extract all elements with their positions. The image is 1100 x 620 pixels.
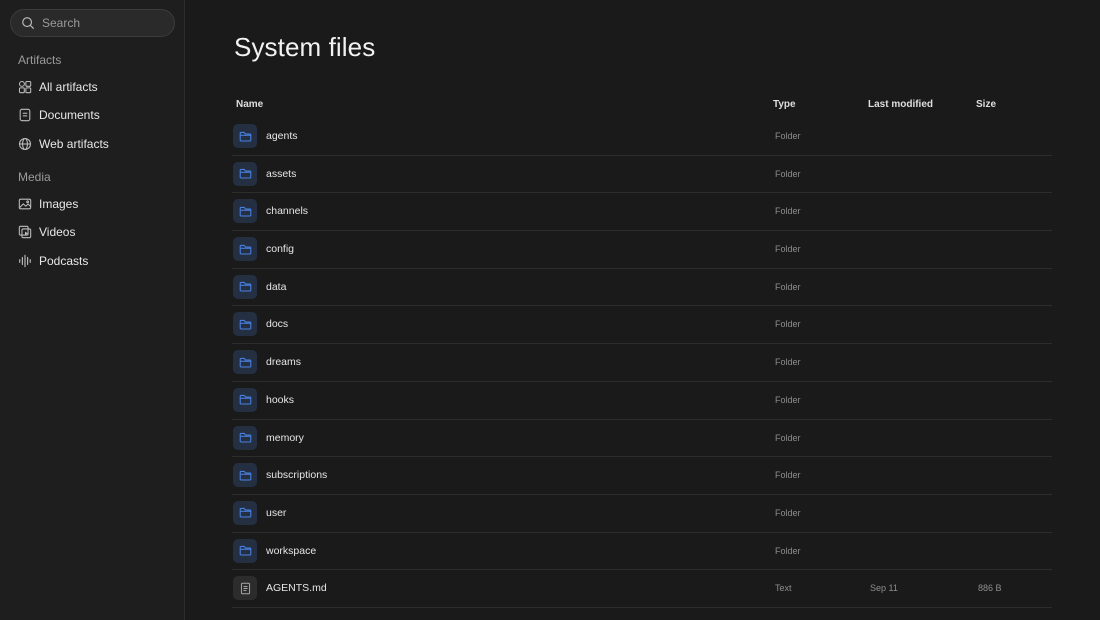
file-name: docs: [266, 318, 289, 331]
file-name: config: [266, 243, 295, 256]
table-row[interactable]: docs Folder: [232, 306, 1052, 345]
table-row[interactable]: config Folder: [232, 231, 1052, 269]
file-type: Folder: [775, 281, 801, 292]
folder-icon: [233, 124, 257, 148]
sidebar-item-label: Images: [39, 197, 79, 211]
folder-icon: [233, 538, 257, 563]
sidebar-item-documents[interactable]: Documents: [10, 103, 175, 127]
table-row[interactable]: hooks Folder: [232, 382, 1052, 420]
file-type: Folder: [775, 244, 801, 255]
file-type: Folder: [775, 545, 801, 556]
main-content: System files Name Type Last modified Siz…: [185, 0, 1100, 620]
sidebar-item-label: Documents: [39, 108, 100, 122]
table-row[interactable]: AGENTS.md Text Sep 11 886 B: [232, 570, 1052, 608]
file-type: Folder: [775, 357, 801, 368]
video-icon: [18, 225, 32, 239]
file-type: Folder: [775, 470, 801, 481]
sidebar-item-label: Podcasts: [39, 254, 89, 268]
page-title: System files: [234, 32, 376, 62]
column-header-modified[interactable]: Last modified: [868, 99, 933, 110]
column-header-size[interactable]: Size: [976, 99, 996, 110]
file-name: AGENTS.md: [266, 582, 327, 595]
folder-icon: [233, 312, 257, 337]
file-name: workspace: [266, 544, 317, 557]
folder-icon: [233, 274, 257, 299]
folder-icon: [233, 425, 257, 450]
grid-shapes-icon: [18, 80, 32, 94]
file-type: Text: [775, 583, 792, 594]
file-name: dreams: [266, 356, 302, 369]
folder-icon: [233, 500, 257, 525]
search-icon: [21, 16, 35, 30]
audio-wave-icon: [18, 254, 32, 268]
sidebar-item-all-artifacts[interactable]: All artifacts: [10, 75, 175, 99]
file-name: channels: [266, 205, 309, 218]
sidebar-item-images[interactable]: Images: [10, 192, 175, 216]
file-type: Folder: [775, 432, 801, 443]
file-type: Folder: [775, 131, 801, 141]
table-row[interactable]: assets Folder: [232, 156, 1052, 194]
column-header-name[interactable]: Name: [236, 99, 263, 110]
folder-icon: [233, 237, 257, 262]
table-row[interactable]: channels Folder: [232, 193, 1052, 232]
sidebar-item-web-artifacts[interactable]: Web artifacts: [10, 132, 175, 156]
file-type: Folder: [775, 394, 801, 405]
file-name: hooks: [266, 393, 295, 406]
file-name: subscriptions: [266, 469, 328, 482]
table-row[interactable]: data Folder: [232, 269, 1052, 307]
file-type: Folder: [775, 206, 801, 217]
search-box[interactable]: [10, 9, 175, 37]
sidebar-item-label: Videos: [39, 225, 76, 239]
search-input[interactable]: [42, 16, 162, 30]
sidebar-item-label: Web artifacts: [39, 137, 109, 151]
table-row[interactable]: dreams Folder: [232, 344, 1052, 382]
file-type: Folder: [775, 507, 801, 518]
globe-icon: [18, 137, 32, 151]
folder-icon: [233, 199, 257, 224]
table-row[interactable]: subscriptions Folder: [232, 457, 1052, 495]
file-list: agents Folder assets Folder channels Folder co…: [232, 118, 1052, 608]
column-header-type[interactable]: Type: [773, 99, 796, 110]
file-name: assets: [266, 167, 297, 180]
text-file-icon: [233, 576, 257, 601]
folder-icon: [233, 463, 257, 488]
section-title-media: Media: [18, 170, 51, 184]
file-modified: Sep 11: [870, 583, 898, 594]
table-row[interactable]: memory Folder: [232, 420, 1052, 458]
table-row[interactable]: user Folder: [232, 495, 1052, 533]
folder-icon: [233, 350, 257, 375]
document-icon: [18, 108, 32, 122]
file-name: memory: [266, 431, 304, 444]
table-row[interactable]: agents Folder: [232, 118, 1052, 156]
sidebar-item-podcasts[interactable]: Podcasts: [10, 249, 175, 273]
sidebar-item-videos[interactable]: Videos: [10, 220, 175, 244]
file-type: Folder: [775, 319, 801, 330]
image-icon: [18, 197, 32, 211]
table-row[interactable]: workspace Folder: [232, 533, 1052, 571]
sidebar-item-label: All artifacts: [39, 80, 98, 94]
folder-icon: [233, 161, 257, 186]
section-title-artifacts: Artifacts: [18, 53, 62, 67]
file-size: 886 B: [978, 583, 1002, 594]
sidebar: Artifacts All artifacts Documents Web ar…: [0, 0, 185, 620]
file-type: Folder: [775, 168, 801, 179]
file-name: data: [266, 280, 287, 293]
folder-icon: [233, 387, 257, 412]
file-name: user: [266, 506, 287, 519]
file-name: agents: [266, 130, 298, 142]
